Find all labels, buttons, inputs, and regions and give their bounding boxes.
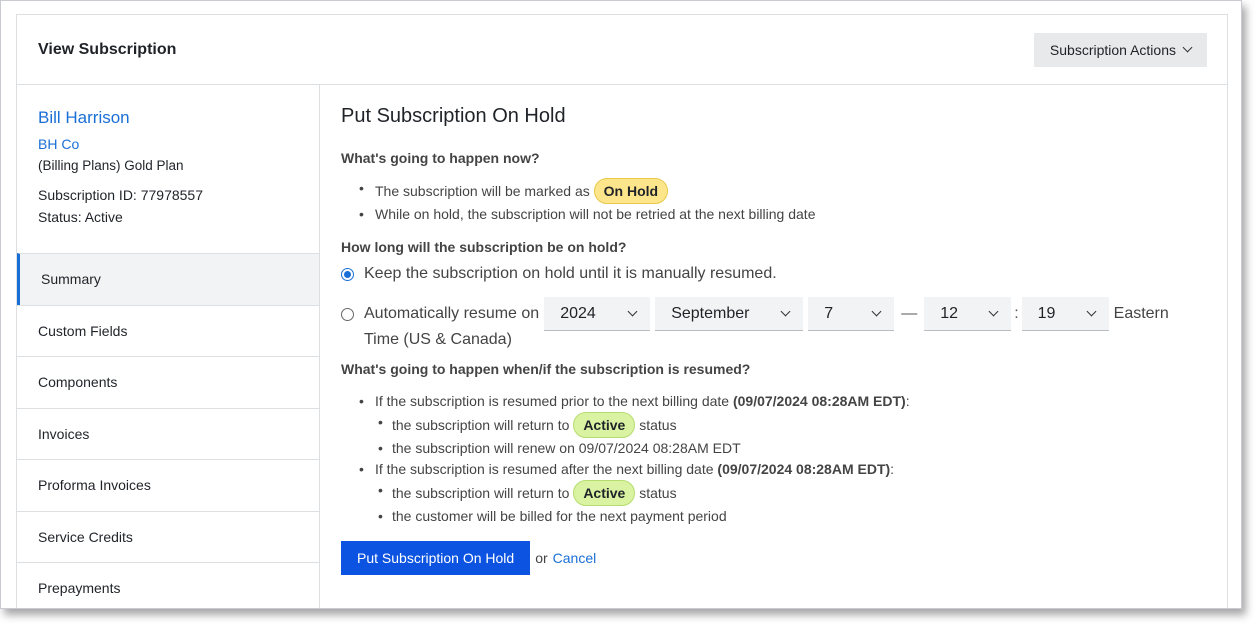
prior-date: (09/07/2024 08:28AM EDT) [732, 393, 906, 409]
window: View Subscription Subscription Actions B… [0, 0, 1242, 609]
return-prefix: the subscription will return to [392, 485, 570, 501]
form-actions: Put Subscription On Hold or Cancel [341, 541, 1206, 575]
question-duration: How long will the subscription be on hol… [341, 239, 627, 255]
list-item: If the subscription is resumed after the… [341, 459, 1206, 527]
list-item: the customer will be billed for the next… [375, 506, 1206, 527]
chevron-down-icon [627, 306, 638, 317]
now-list: The subscription will be marked as On Ho… [341, 178, 1206, 225]
chevron-down-icon [780, 306, 791, 317]
chevron-down-icon [871, 306, 882, 317]
day-value: 7 [824, 304, 834, 322]
subscription-status: Status: Active [38, 209, 123, 225]
return-suffix: status [639, 417, 677, 433]
chevron-down-icon [1086, 306, 1097, 317]
panel-header: View Subscription Subscription Actions [17, 15, 1227, 85]
auto-resume-radio[interactable] [341, 307, 354, 321]
month-select[interactable]: September [655, 297, 804, 331]
question-resume: What's going to happen when/if the subsc… [341, 361, 751, 377]
subscription-panel: View Subscription Subscription Actions B… [16, 14, 1228, 608]
after-prefix: If the subscription is resumed after the… [375, 461, 714, 477]
list-item: If the subscription is resumed prior to … [341, 391, 1206, 459]
sidebar-item-components[interactable]: Components [17, 356, 319, 408]
put-on-hold-button[interactable]: Put Subscription On Hold [341, 541, 531, 575]
list-item: the subscription will return to Active s… [375, 480, 1206, 506]
prior-prefix: If the subscription is resumed prior to … [375, 393, 730, 409]
or-text: or [535, 550, 548, 566]
option-auto-row: Automatically resume on 2024 September 7… [341, 297, 1206, 331]
on-hold-badge: On Hold [593, 178, 669, 204]
customer-plan: (Billing Plans) Gold Plan [38, 158, 184, 173]
manual-resume-label: Keep the subscription on hold until it i… [364, 265, 777, 282]
customer-name-link[interactable]: Bill Harrison [38, 108, 298, 128]
minute-value: 19 [1037, 304, 1056, 322]
hour-value: 12 [940, 304, 958, 322]
year-value: 2024 [560, 304, 596, 322]
option-manual-row[interactable]: Keep the subscription on hold until it i… [341, 265, 1206, 283]
subscription-actions-button[interactable]: Subscription Actions [1033, 32, 1207, 67]
year-select[interactable]: 2024 [544, 297, 651, 331]
sidebar-item-invoices[interactable]: Invoices [17, 407, 319, 460]
resume-list: If the subscription is resumed prior to … [341, 391, 1206, 527]
after-colon: : [890, 461, 895, 477]
sidebar-item-proforma-invoices[interactable]: Proforma Invoices [17, 459, 319, 511]
auto-resume-label: Automatically resume on [364, 305, 540, 322]
hour-select[interactable]: 12 [924, 297, 1012, 331]
panel-body: Bill Harrison BH Co (Billing Plans) Gold… [17, 85, 1227, 608]
customer-card: Bill Harrison BH Co (Billing Plans) Gold… [17, 85, 319, 253]
list-item: The subscription will be marked as On Ho… [341, 178, 1206, 204]
question-now: What's going to happen now? [341, 150, 540, 166]
cancel-link[interactable]: Cancel [553, 550, 597, 566]
month-value: September [671, 304, 750, 322]
prior-sublist: the subscription will return to Active s… [375, 412, 1206, 459]
page-title: View Subscription [38, 40, 177, 58]
sidebar-item-summary[interactable]: Summary [17, 253, 319, 305]
active-badge: Active [573, 412, 636, 438]
after-sublist: the subscription will return to Active s… [375, 480, 1206, 527]
day-select[interactable]: 7 [808, 297, 895, 331]
date-time-separator: — [901, 305, 918, 322]
after-date: (09/07/2024 08:28AM EDT) [717, 461, 891, 477]
manual-resume-radio[interactable] [341, 267, 354, 281]
main-content: Put Subscription On Hold What's going to… [320, 85, 1227, 608]
active-badge: Active [573, 480, 636, 506]
return-prefix: the subscription will return to [392, 417, 570, 433]
list-item: While on hold, the subscription will not… [341, 204, 1206, 225]
timezone-label-2: Time (US & Canada) [364, 331, 512, 348]
sidebar: Bill Harrison BH Co (Billing Plans) Gold… [17, 85, 320, 608]
prior-colon: : [905, 393, 910, 409]
timezone-label-1: Eastern [1113, 305, 1169, 322]
customer-company-link[interactable]: BH Co [38, 136, 298, 152]
now-item-1-text: The subscription will be marked as [375, 183, 590, 199]
subscription-actions-label: Subscription Actions [1049, 41, 1176, 58]
list-item: the subscription will renew on 09/07/202… [375, 438, 1206, 459]
section-title: Put Subscription On Hold [341, 105, 566, 127]
chevron-down-icon [988, 306, 999, 317]
return-suffix: status [639, 485, 677, 501]
sidebar-item-service-credits[interactable]: Service Credits [17, 510, 319, 563]
sidebar-item-custom-fields[interactable]: Custom Fields [17, 304, 319, 357]
chevron-down-icon [1182, 42, 1193, 53]
subscription-id: Subscription ID: 77978557 [38, 187, 203, 203]
sidebar-item-prepayments[interactable]: Prepayments [17, 562, 319, 608]
time-separator: : [1014, 305, 1019, 322]
minute-select[interactable]: 19 [1021, 297, 1109, 331]
list-item: the subscription will return to Active s… [375, 412, 1206, 438]
